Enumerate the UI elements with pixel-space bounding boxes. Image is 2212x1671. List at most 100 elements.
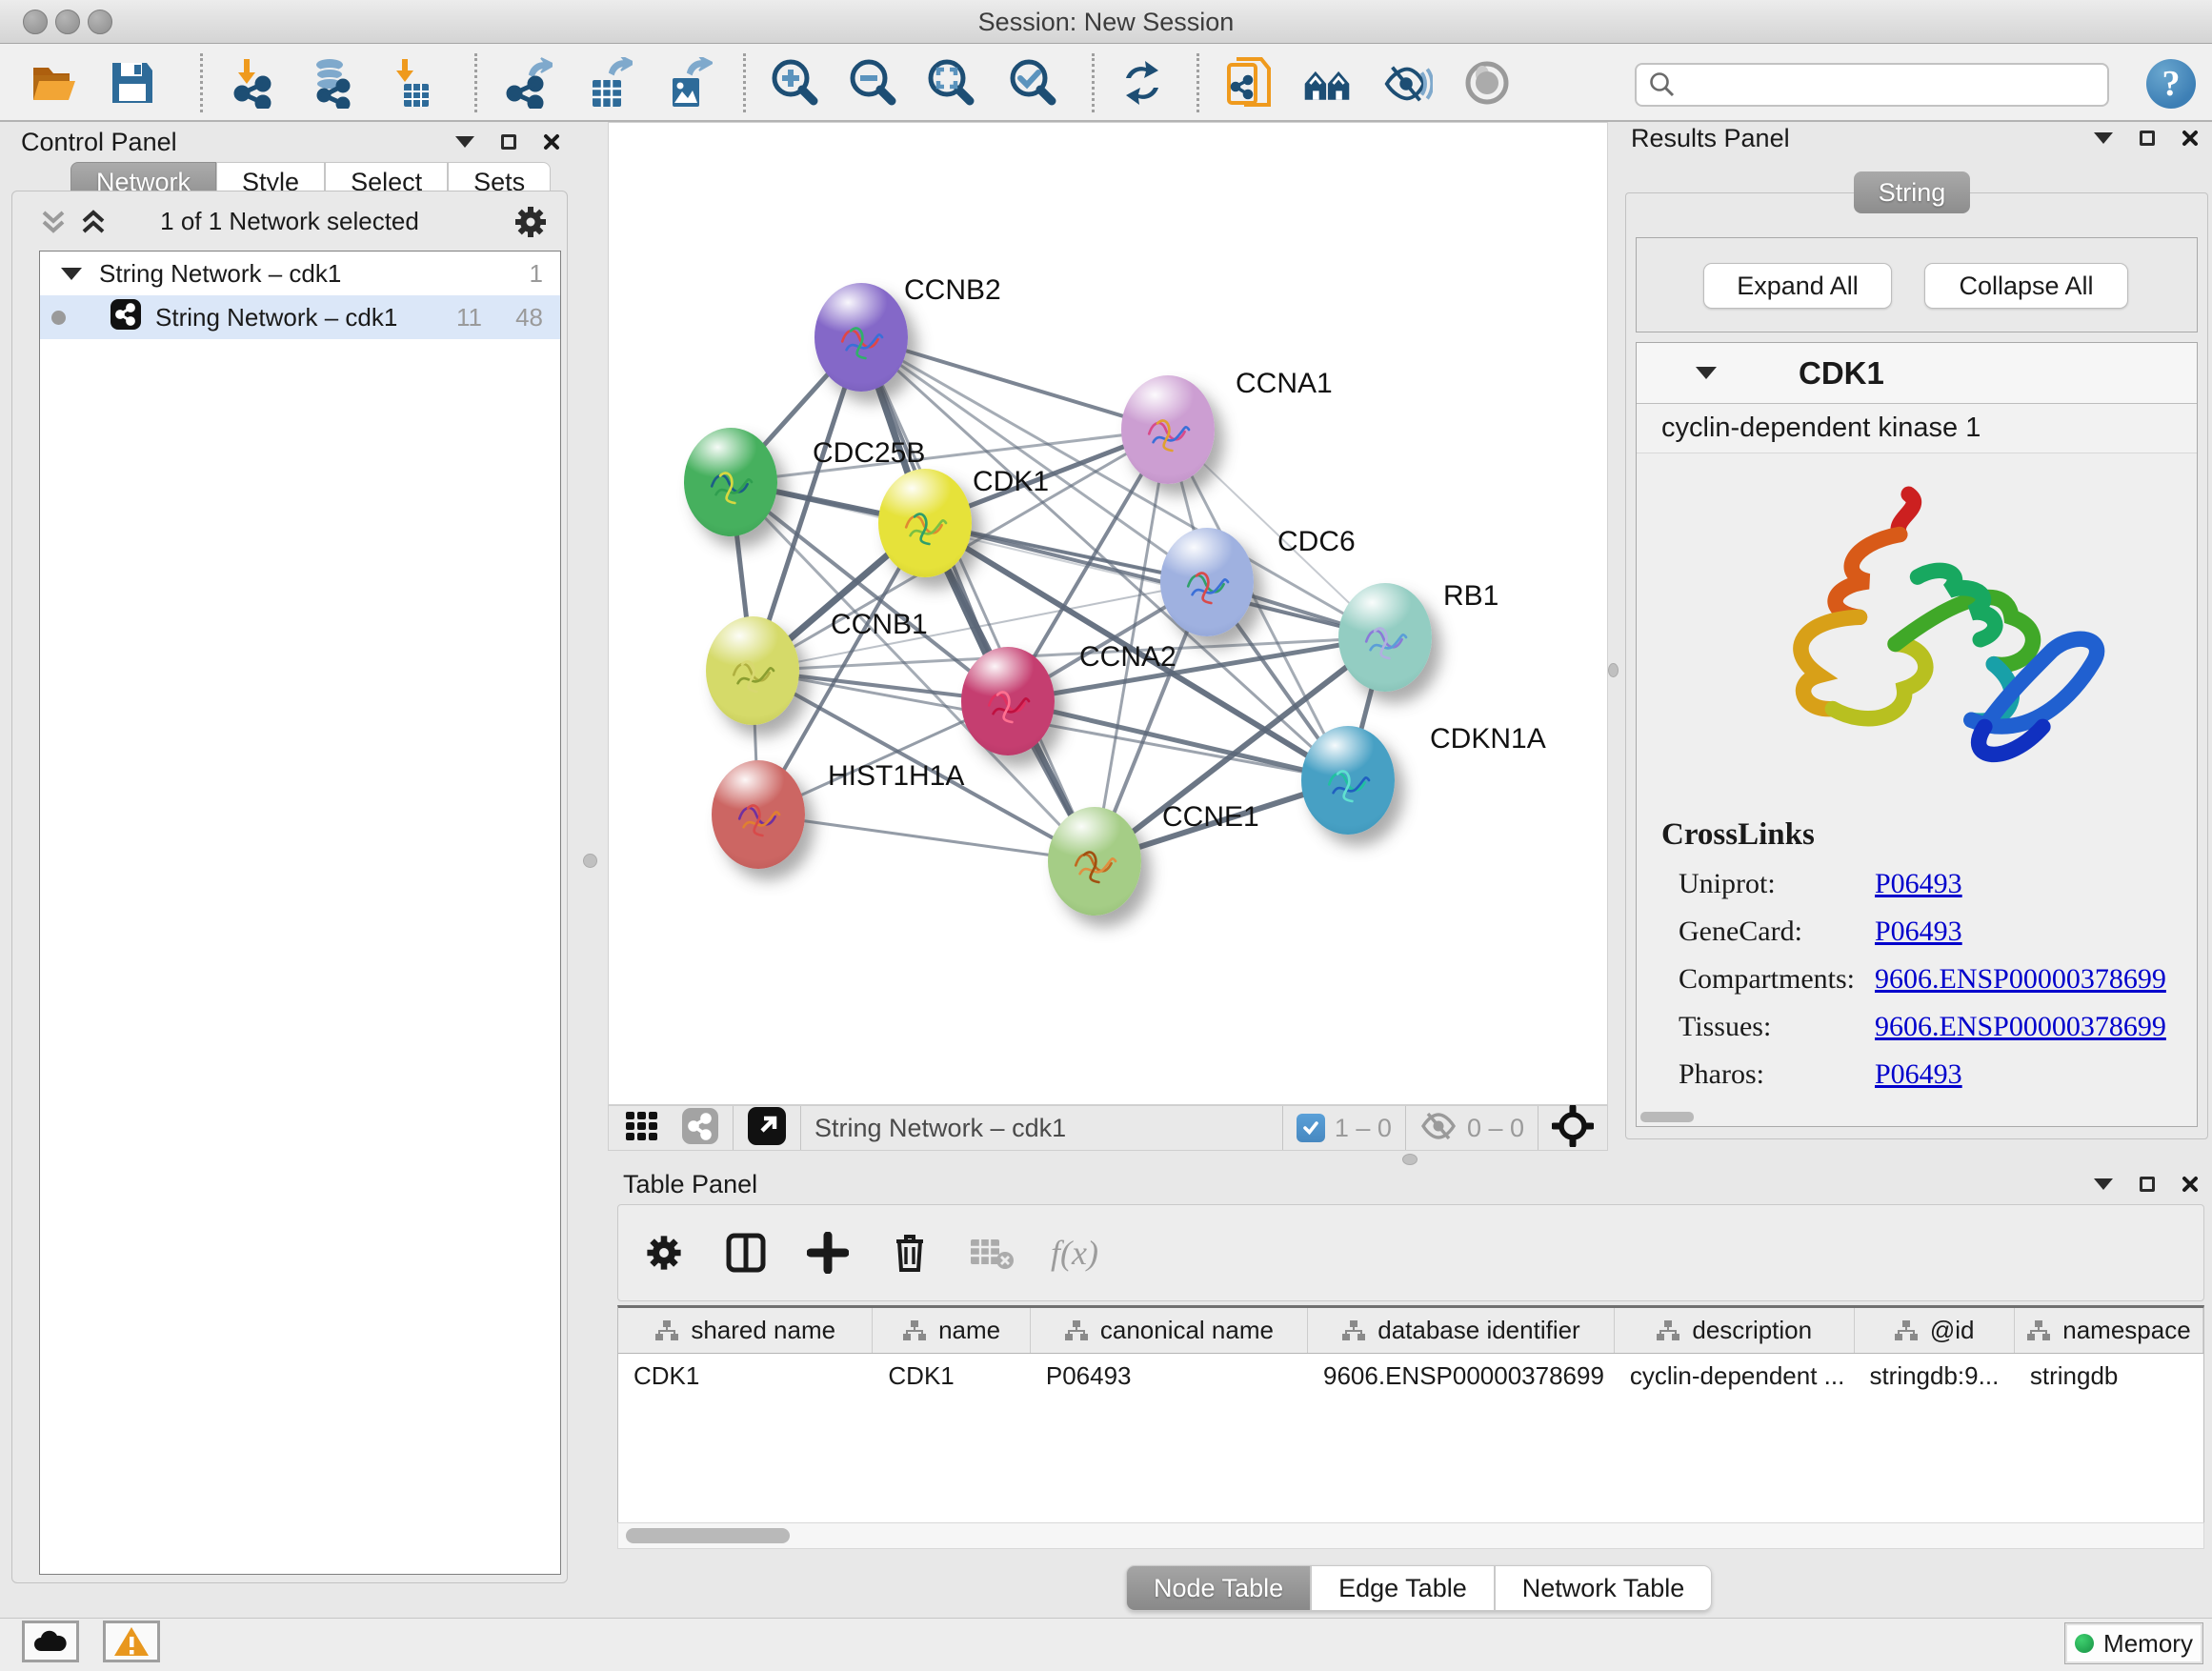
export-image-icon[interactable]: [661, 57, 713, 109]
separator: [733, 1106, 734, 1150]
crosslink-link[interactable]: P06493: [1875, 1058, 1962, 1091]
status-bar: Memory: [0, 1618, 2212, 1671]
tab-string[interactable]: String: [1854, 171, 1970, 213]
network-node-CCNB1[interactable]: [706, 616, 799, 725]
gear-icon[interactable]: [512, 203, 550, 246]
zoom-fit-icon[interactable]: [926, 57, 977, 109]
scrollbar-thumb[interactable]: [626, 1528, 790, 1543]
import-network-from-database-icon[interactable]: [305, 57, 356, 109]
save-session-icon[interactable]: [107, 57, 158, 109]
protein-name: CDK1: [1799, 355, 1884, 392]
delete-column-icon[interactable]: [887, 1230, 933, 1276]
zoom-out-icon[interactable]: [848, 57, 899, 109]
share-view-icon[interactable]: [681, 1107, 719, 1150]
hidden-eye-icon[interactable]: [1419, 1110, 1458, 1147]
separator: [800, 1106, 801, 1150]
network-node-CCNA1[interactable]: [1121, 375, 1215, 484]
zoom-in-icon[interactable]: [770, 57, 821, 109]
gear-icon[interactable]: [641, 1230, 687, 1276]
panel-float-icon[interactable]: [2140, 1177, 2155, 1192]
glass-ball-effect-icon[interactable]: [1461, 57, 1513, 109]
warning-button[interactable]: [103, 1621, 160, 1662]
protein-header-row[interactable]: CDK1: [1637, 343, 2197, 404]
import-table-from-file-icon[interactable]: [385, 57, 436, 109]
string-labels-eye-icon[interactable]: [1381, 57, 1433, 109]
expand-all-button[interactable]: Expand All: [1703, 263, 1892, 309]
network-node-CCNA2[interactable]: [961, 647, 1055, 755]
birdseye-icon[interactable]: [747, 1106, 787, 1151]
protein-thumbnail-icon: [1317, 749, 1379, 812]
horizontal-splitter-handle[interactable]: [1402, 1154, 1418, 1165]
node-label-CCNB1: CCNB1: [831, 609, 928, 641]
panel-menu-icon[interactable]: [2094, 1178, 2113, 1190]
panel-close-icon[interactable]: [2182, 130, 2199, 147]
hidden-counts: 0 – 0: [1467, 1114, 1524, 1143]
tab-edge-table[interactable]: Edge Table: [1311, 1565, 1495, 1611]
network-manager-box: 1 of 1 Network selected String Network –…: [11, 191, 568, 1583]
table-cell: P06493: [1031, 1361, 1308, 1391]
cloud-button[interactable]: [22, 1621, 79, 1662]
column-header-canonical-name[interactable]: canonical name: [1031, 1308, 1308, 1353]
panel-close-icon[interactable]: [2182, 1176, 2199, 1193]
clear-table-icon[interactable]: [969, 1230, 1015, 1276]
right-splitter-handle[interactable]: [1608, 663, 1619, 677]
network-list: String Network – cdk1 1 String Network –…: [39, 251, 561, 1575]
panel-float-icon[interactable]: [501, 134, 516, 150]
column-header-namespace[interactable]: namespace: [2015, 1308, 2203, 1353]
crosslink-link[interactable]: P06493: [1875, 916, 1962, 948]
column-header--id[interactable]: @id: [1855, 1308, 2015, 1353]
network-node-CCNB2[interactable]: [814, 283, 908, 392]
column-header-database-identifier[interactable]: database identifier: [1308, 1308, 1615, 1353]
tab-network-table[interactable]: Network Table: [1495, 1565, 1713, 1611]
export-network-icon[interactable]: [501, 57, 553, 109]
panel-menu-icon[interactable]: [455, 136, 474, 148]
network-node-CCNE1[interactable]: [1048, 807, 1141, 916]
tab-node-table[interactable]: Node Table: [1126, 1565, 1311, 1611]
panel-menu-icon[interactable]: [2094, 132, 2113, 144]
open-session-icon[interactable]: [29, 57, 80, 109]
network-node-CDK1[interactable]: [878, 469, 972, 577]
grid-view-icon[interactable]: [624, 1108, 660, 1149]
crosslink-link[interactable]: 9606.ENSP00000378699: [1875, 963, 2166, 996]
network-node-HIST1H1A[interactable]: [712, 760, 805, 869]
columns-icon[interactable]: [723, 1230, 769, 1276]
table-row[interactable]: CDK1CDK1P064939606.ENSP00000378699cyclin…: [618, 1354, 2203, 1398]
crosslink-link[interactable]: P06493: [1875, 868, 1962, 900]
column-header-description[interactable]: description: [1615, 1308, 1855, 1353]
add-column-icon[interactable]: [805, 1230, 851, 1276]
results-horizontal-scrollbar[interactable]: [1640, 1112, 1694, 1122]
table-cell: cyclin-dependent ...: [1615, 1361, 1855, 1391]
network-node-CDKN1A[interactable]: [1301, 726, 1395, 835]
column-header-shared-name[interactable]: shared name: [618, 1308, 873, 1353]
collapse-all-button[interactable]: Collapse All: [1924, 263, 2128, 309]
toolbar-separator: [1092, 53, 1095, 112]
string-confidence-houses-icon[interactable]: [1301, 57, 1353, 109]
table-panel-title: Table Panel: [623, 1170, 757, 1199]
panel-close-icon[interactable]: [543, 133, 560, 151]
search-input[interactable]: [1677, 67, 2107, 103]
network-row-selected[interactable]: String Network – cdk1 11 48: [40, 295, 560, 339]
left-splitter-handle[interactable]: [583, 854, 597, 868]
open-in-string-web-icon[interactable]: [1223, 57, 1275, 109]
network-collection-row[interactable]: String Network – cdk1 1: [40, 252, 560, 295]
network-node-CDC25B[interactable]: [684, 428, 777, 536]
fit-crosshair-icon[interactable]: [1552, 1105, 1594, 1152]
network-node-RB1[interactable]: [1338, 583, 1432, 692]
network-node-CDC6[interactable]: [1160, 528, 1254, 636]
export-table-icon[interactable]: [581, 57, 633, 109]
help-button[interactable]: ?: [2146, 59, 2196, 109]
view-status-dot-icon: [51, 311, 66, 325]
network-view-canvas[interactable]: CCNB2CCNA1CDC25BCDK1CDC6RB1CCNB1CCNA2CDK…: [608, 122, 1608, 1105]
selected-checkbox[interactable]: [1297, 1114, 1325, 1142]
search-box: [1635, 63, 2109, 107]
memory-button[interactable]: Memory: [2064, 1622, 2203, 1664]
table-cell: 9606.ENSP00000378699: [1308, 1361, 1615, 1391]
refresh-icon[interactable]: [1116, 57, 1168, 109]
import-network-from-file-icon[interactable]: [227, 57, 278, 109]
zoom-selected-icon[interactable]: [1008, 57, 1059, 109]
panel-float-icon[interactable]: [2140, 131, 2155, 146]
column-header-name[interactable]: name: [873, 1308, 1030, 1353]
crosslink-link[interactable]: 9606.ENSP00000378699: [1875, 1011, 2166, 1043]
toolbar-separator: [1196, 53, 1199, 112]
network-label: String Network – cdk1: [155, 303, 397, 332]
